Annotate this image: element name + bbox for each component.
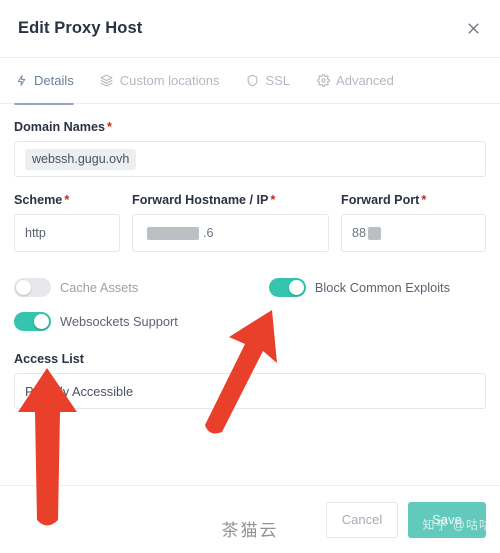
access-list-field: Access List Publicly Accessible: [14, 352, 486, 409]
forward-port-field: Forward Port * 88: [341, 193, 486, 252]
required-marker: *: [107, 120, 112, 134]
required-marker: *: [421, 193, 427, 207]
tab-ssl-label: SSL: [265, 73, 291, 88]
required-marker: *: [64, 193, 70, 207]
switch-knob: [34, 313, 49, 329]
forward-hostname-input[interactable]: .6: [132, 214, 329, 252]
forward-port-input[interactable]: 88: [341, 214, 486, 252]
access-list-label: Access List: [14, 352, 85, 366]
toggle-cache-assets[interactable]: Cache Assets: [14, 277, 139, 297]
scheme-label: Scheme *: [14, 193, 70, 207]
scheme-field: Scheme * http: [14, 193, 120, 252]
required-marker: *: [270, 193, 276, 207]
tab-bar: Details Custom locations SSL Advanced: [0, 58, 500, 105]
forward-hostname-suffix: .6: [203, 226, 214, 240]
shield-icon: [245, 74, 259, 88]
forward-hostname-field: Forward Hostname / IP * .6: [132, 193, 329, 252]
redaction-block-hostname: [147, 226, 199, 240]
close-icon[interactable]: [460, 16, 486, 42]
page-title: Edit Proxy Host: [18, 19, 143, 37]
domain-names-label: Domain Names *: [14, 120, 112, 134]
cache-assets-label: Cache Assets: [60, 279, 139, 295]
toggle-block-common-exploits[interactable]: Block Common Exploits: [268, 277, 450, 297]
scheme-input[interactable]: http: [14, 214, 120, 252]
save-button[interactable]: Save: [408, 501, 486, 538]
tab-custom-locations[interactable]: Custom locations: [100, 58, 220, 104]
block-common-exploits-label: Block Common Exploits: [314, 279, 450, 295]
redaction-block-port: [367, 226, 381, 240]
access-list-value: Publicly Accessible: [25, 383, 134, 399]
scheme-value: http: [25, 226, 46, 240]
forward-port-prefix: 88: [352, 226, 366, 240]
domain-names-field: Domain Names * webssh.gugu.ovh: [14, 120, 486, 177]
switch-knob: [288, 279, 304, 295]
modal-footer: Cancel Save: [0, 485, 500, 553]
toggle-row-first: Cache Assets Block Common Exploits: [14, 270, 486, 304]
layers-icon: [100, 74, 114, 88]
domain-chip[interactable]: webssh.gugu.ovh: [25, 148, 137, 170]
tab-details-label: Details: [34, 73, 74, 88]
access-list-select[interactable]: Publicly Accessible: [14, 373, 486, 409]
tab-advanced[interactable]: Advanced: [316, 58, 394, 104]
tab-custom-locations-label: Custom locations: [119, 73, 220, 88]
websockets-support-switch[interactable]: [14, 311, 51, 331]
tab-details[interactable]: Details: [14, 58, 74, 105]
tab-ssl[interactable]: SSL: [245, 58, 290, 104]
toggle-group: Cache Assets Block Common Exploits Webso…: [14, 270, 486, 338]
forward-settings-row: Scheme* http Forward Hostname / IP* .6: [14, 193, 486, 252]
tab-advanced-label: Advanced: [336, 73, 394, 88]
cancel-button[interactable]: Cancel: [326, 501, 398, 538]
domain-names-input[interactable]: webssh.gugu.ovh: [14, 141, 486, 177]
zap-icon: [14, 74, 28, 88]
websockets-support-label: Websockets Support: [60, 313, 178, 329]
modal-header: Edit Proxy Host: [0, 0, 500, 58]
block-common-exploits-switch[interactable]: [268, 277, 306, 297]
proxy-host-edit-modal: Edit Proxy Host Details Custom locations…: [0, 0, 500, 553]
forward-hostname-label: Forward Hostname / IP *: [132, 193, 276, 207]
gear-icon: [316, 74, 330, 88]
switch-knob: [16, 279, 31, 295]
toggle-websockets-support[interactable]: Websockets Support: [14, 311, 178, 331]
toggle-row-second: Websockets Support: [14, 304, 486, 338]
modal-body: Domain Names * webssh.gugu.ovh Scheme * ht…: [0, 104, 500, 409]
cache-assets-switch[interactable]: [14, 277, 51, 297]
forward-port-label: Forward Port *: [341, 193, 427, 207]
